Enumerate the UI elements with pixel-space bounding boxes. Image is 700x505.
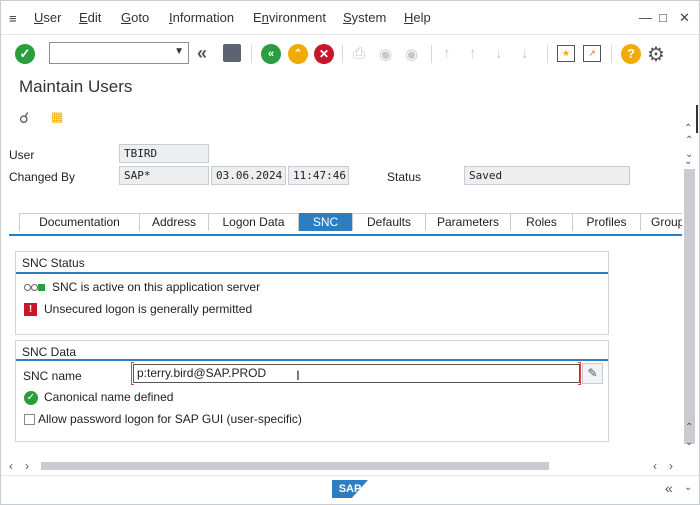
text-cursor-icon: I <box>296 367 300 383</box>
next-page-icon[interactable]: ↓ <box>495 45 503 62</box>
scroll-down-icon[interactable]: ⌄ <box>684 482 692 493</box>
snc-data-title: SNC Data <box>22 345 77 359</box>
chevron-down-icon[interactable]: ▼ <box>174 46 184 57</box>
tab-address[interactable]: Address <box>139 213 209 231</box>
changed-by-label: Changed By <box>9 170 76 184</box>
traffic-light-icon <box>24 283 46 293</box>
menu-help[interactable]: Help <box>404 10 431 25</box>
focus-bracket-left <box>131 362 134 385</box>
user-label: User <box>9 148 35 162</box>
print-icon[interactable]: ⎙ <box>353 45 365 62</box>
allow-password-row: Allow password logon for SAP GUI (user-s… <box>24 412 302 426</box>
group-title-line <box>16 272 608 274</box>
menu-icon[interactable]: ≡ <box>9 11 17 26</box>
find-next-icon[interactable]: ◉ <box>405 45 418 63</box>
toolbar-separator <box>431 45 432 63</box>
toolbar-separator <box>611 45 612 63</box>
hierarchy-icon[interactable]: ▦ <box>51 109 63 125</box>
scroll-right-icon[interactable]: › <box>669 459 673 473</box>
status-field[interactable]: Saved <box>464 166 630 185</box>
unsecured-logon-row: ! Unsecured logon is generally permitted <box>24 302 253 317</box>
minimize-icon[interactable]: — <box>639 10 652 25</box>
collapse-status-icon[interactable]: « <box>665 480 673 496</box>
vertical-scrollbar[interactable]: ⌃ ⌄ ⌃ ⌄ <box>683 135 697 465</box>
changed-time-field[interactable]: 11:47:46 <box>288 166 349 185</box>
changed-by-field[interactable]: SAP* <box>119 166 209 185</box>
double-chevron-left-icon[interactable]: « <box>197 43 207 64</box>
scroll-up-icon[interactable]: ⌃ <box>685 135 693 146</box>
tab-defaults[interactable]: Defaults <box>352 213 426 231</box>
canonical-name-row: ✓ Canonical name defined <box>24 390 173 405</box>
toolbar-separator <box>547 45 548 63</box>
previous-page-icon[interactable]: ↑ <box>469 45 477 62</box>
menu-information[interactable]: Information <box>169 10 234 25</box>
scroll-down-icon[interactable]: ⌄ <box>685 437 693 448</box>
tab-underline <box>9 234 682 236</box>
sap-gui-window: ≡ User Edit Goto Information Environment… <box>0 0 700 505</box>
tab-roles[interactable]: Roles <box>510 213 573 231</box>
horizontal-scroll-thumb[interactable] <box>41 462 549 470</box>
scroll-left-icon[interactable]: ‹ <box>653 459 657 473</box>
shortcut-icon[interactable]: ↗ <box>583 45 601 62</box>
snc-status-title: SNC Status <box>22 256 85 270</box>
edit-pencil-button[interactable]: ✎ <box>582 363 603 384</box>
menu-environment[interactable]: Environment <box>253 10 326 25</box>
close-icon[interactable]: ✕ <box>679 10 690 26</box>
vertical-scroll-thumb[interactable] <box>684 169 695 444</box>
back-icon[interactable]: « <box>261 44 281 64</box>
cancel-icon[interactable]: ✕ <box>314 44 334 64</box>
unsecured-logon-text: Unsecured logon is generally permitted <box>44 302 253 316</box>
find-icon[interactable]: ◉ <box>379 45 392 63</box>
page-title: Maintain Users <box>19 77 133 96</box>
display-change-icon[interactable]: ☌ <box>19 109 29 127</box>
changed-date-field[interactable]: 03.06.2024 <box>211 166 286 185</box>
scroll-up-icon[interactable]: ⌃ <box>685 422 693 433</box>
new-session-icon[interactable]: ★ <box>557 45 575 62</box>
first-page-icon[interactable]: ↑ <box>443 45 451 62</box>
snc-status-group: SNC Status SNC is active on this applica… <box>15 251 609 335</box>
tab-group[interactable]: Group <box>640 213 682 231</box>
menu-goto[interactable]: Goto <box>121 10 149 25</box>
scroll-right-icon[interactable]: › <box>25 459 29 473</box>
snc-active-row: SNC is active on this application server <box>24 280 260 294</box>
horizontal-scrollbar[interactable]: ‹ › ‹ › <box>7 459 683 473</box>
last-page-icon[interactable]: ↓ <box>521 45 529 62</box>
check-icon: ✓ <box>24 390 38 405</box>
tab-strip: Documentation Address Logon Data SNC Def… <box>19 213 682 231</box>
allow-password-checkbox[interactable] <box>24 414 35 426</box>
group-title-line <box>16 359 608 361</box>
splitter <box>696 105 698 133</box>
snc-name-label: SNC name <box>23 369 82 383</box>
snc-name-input[interactable]: p:terry.bird@SAP.PROD <box>133 364 580 383</box>
tab-snc[interactable]: SNC <box>299 213 352 231</box>
tab-logon-data[interactable]: Logon Data <box>208 213 299 231</box>
status-label: Status <box>387 170 422 184</box>
focus-bracket-right <box>578 362 581 385</box>
exit-icon[interactable]: ⌃ <box>288 44 308 64</box>
scroll-left-icon[interactable]: ‹ <box>9 459 13 473</box>
maximize-icon[interactable]: □ <box>659 10 667 25</box>
toolbar-separator <box>251 45 252 63</box>
command-field[interactable]: ▼ <box>49 42 189 64</box>
settings-icon[interactable]: ⚙ <box>647 42 665 67</box>
tab-documentation[interactable]: Documentation <box>19 213 140 231</box>
scroll-down-icon[interactable]: ⌄ <box>684 156 692 167</box>
tab-profiles[interactable]: Profiles <box>572 213 641 231</box>
scroll-up-icon[interactable]: ⌃ <box>684 123 692 134</box>
toolbar-separator <box>342 45 343 63</box>
canonical-name-text: Canonical name defined <box>44 390 174 404</box>
error-icon: ! <box>24 303 37 317</box>
tab-parameters[interactable]: Parameters <box>425 213 511 231</box>
menu-user[interactable]: User <box>34 10 61 25</box>
menu-edit[interactable]: Edit <box>79 10 101 25</box>
save-icon[interactable] <box>223 44 241 62</box>
user-field[interactable]: TBIRD <box>119 144 209 163</box>
menu-system[interactable]: System <box>343 10 386 25</box>
allow-password-label: Allow password logon for SAP GUI (user-s… <box>38 412 302 426</box>
enter-icon[interactable]: ✓ <box>15 44 35 64</box>
snc-active-text: SNC is active on this application server <box>52 280 261 294</box>
help-icon[interactable]: ? <box>621 44 641 64</box>
menu-bar: ≡ User Edit Goto Information Environment… <box>1 1 699 35</box>
snc-data-group: SNC Data SNC name ✓ Canonical name define… <box>15 340 609 442</box>
